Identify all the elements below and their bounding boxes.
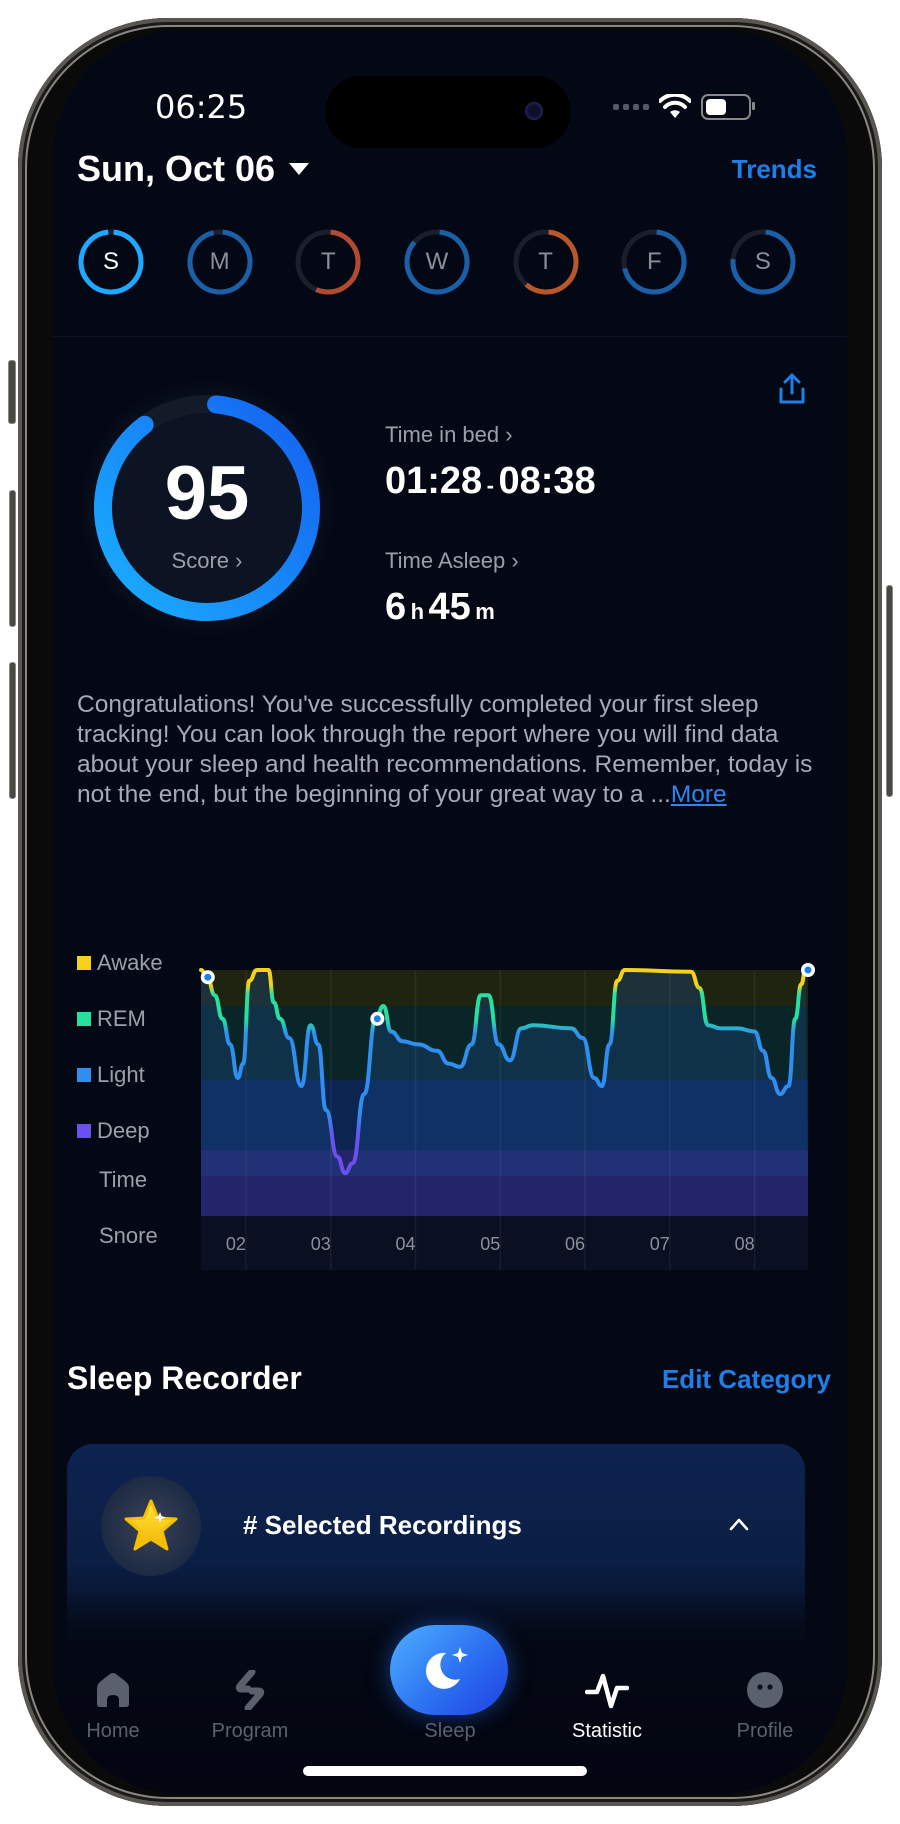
day-label: F <box>646 248 662 275</box>
volume-up-button <box>9 490 16 627</box>
day-6[interactable]: S <box>729 228 797 296</box>
day-2[interactable]: T <box>294 228 362 296</box>
status-time: 06:25 <box>155 88 248 126</box>
score-link[interactable]: Score › <box>75 548 339 574</box>
chevron-right-icon: › <box>511 548 519 573</box>
volume-down-button <box>9 662 16 799</box>
day-label: M <box>209 248 230 275</box>
time-asleep-link[interactable]: Time Asleep › <box>385 548 519 574</box>
chart-marker[interactable] <box>801 963 815 977</box>
tab-label: Profile <box>736 1720 794 1742</box>
tab-sleep[interactable]: Sleep <box>390 1668 510 1743</box>
trends-link[interactable]: Trends <box>732 154 817 185</box>
tab-label: Sleep <box>424 1720 476 1742</box>
status-icons <box>613 94 755 120</box>
x-tick-label: 03 <box>311 1234 331 1254</box>
time-axis-label: Time <box>99 1167 148 1192</box>
tab-label: Program <box>211 1720 289 1742</box>
pulse-icon <box>585 1673 629 1709</box>
tab-label: Home <box>86 1720 140 1742</box>
snore-label: Snore <box>99 1223 158 1248</box>
day-label: S <box>754 248 771 275</box>
signal-icon <box>613 104 649 110</box>
home-icon <box>97 1673 129 1707</box>
day-5[interactable]: F <box>620 228 688 296</box>
tab-statistic[interactable]: Statistic <box>547 1668 667 1743</box>
time-in-bed-link[interactable]: Time in bed › <box>385 422 513 448</box>
tab-program[interactable]: Program <box>190 1668 310 1743</box>
chevron-up-icon[interactable] <box>729 1514 749 1534</box>
tab-profile[interactable]: Profile <box>705 1668 825 1743</box>
week-selector: SMTWTFS <box>77 228 797 296</box>
date-label: Sun, Oct 06 <box>77 148 276 189</box>
chevron-right-icon: › <box>235 548 243 573</box>
action-button <box>8 360 16 424</box>
sleep-stage-chart: 02 03 04 05 06 07 08 <box>199 963 815 1270</box>
day-label: S <box>102 248 119 275</box>
time-asleep-value: 6 h 45 m <box>385 586 495 628</box>
sleep-report-description: Congratulations! You've successfully com… <box>77 690 817 810</box>
day-0[interactable]: S <box>77 228 145 296</box>
program-icon <box>235 1670 265 1710</box>
battery-icon <box>701 94 755 120</box>
edit-category-link[interactable]: Edit Category <box>662 1364 831 1395</box>
day-label: W <box>425 248 449 275</box>
star-icon <box>124 1499 178 1551</box>
star-badge <box>101 1476 201 1576</box>
x-tick-label: 07 <box>650 1234 670 1254</box>
x-tick-label: 04 <box>395 1234 415 1254</box>
share-icon[interactable] <box>777 372 807 406</box>
tab-label: Statistic <box>571 1720 643 1742</box>
x-tick-label: 06 <box>565 1234 585 1254</box>
score-value: 95 <box>164 451 250 536</box>
sleep-recorder-title: Sleep Recorder <box>67 1360 302 1396</box>
chart-marker[interactable] <box>370 1011 385 1026</box>
date-selector[interactable]: Sun, Oct 06 <box>77 148 310 190</box>
dynamic-island <box>325 76 571 148</box>
app-screen: 06:25 Sun, Oct 06 Trends S M T W T F S 95 Scor… <box>53 30 847 1794</box>
divider <box>53 336 847 337</box>
day-4[interactable]: T <box>512 228 580 296</box>
tab-home[interactable]: Home <box>53 1668 173 1743</box>
time-axis-band <box>201 1216 808 1270</box>
chevron-right-icon: › <box>505 422 513 447</box>
wifi-icon <box>659 94 691 118</box>
chart-marker[interactable] <box>200 970 215 985</box>
day-label: T <box>538 248 553 275</box>
caret-down-icon <box>289 163 310 175</box>
score-label: Score <box>171 548 230 573</box>
home-indicator[interactable] <box>303 1766 587 1776</box>
x-tick-label: 08 <box>735 1234 755 1254</box>
x-tick-label: 05 <box>480 1234 500 1254</box>
time-in-bed-label: Time in bed <box>385 422 500 447</box>
band-awake <box>201 970 808 1006</box>
x-tick-label: 02 <box>226 1234 246 1254</box>
more-link[interactable]: More <box>671 781 727 808</box>
day-label: T <box>320 248 336 275</box>
time-in-bed-value: 01:28 - 08:38 <box>385 460 596 502</box>
category-title: # Selected Recordings <box>243 1510 522 1540</box>
day-1[interactable]: M <box>186 228 254 296</box>
day-3[interactable]: W <box>403 228 471 296</box>
power-button <box>886 585 893 797</box>
profile-icon <box>747 1672 783 1708</box>
time-asleep-label: Time Asleep <box>385 548 506 573</box>
